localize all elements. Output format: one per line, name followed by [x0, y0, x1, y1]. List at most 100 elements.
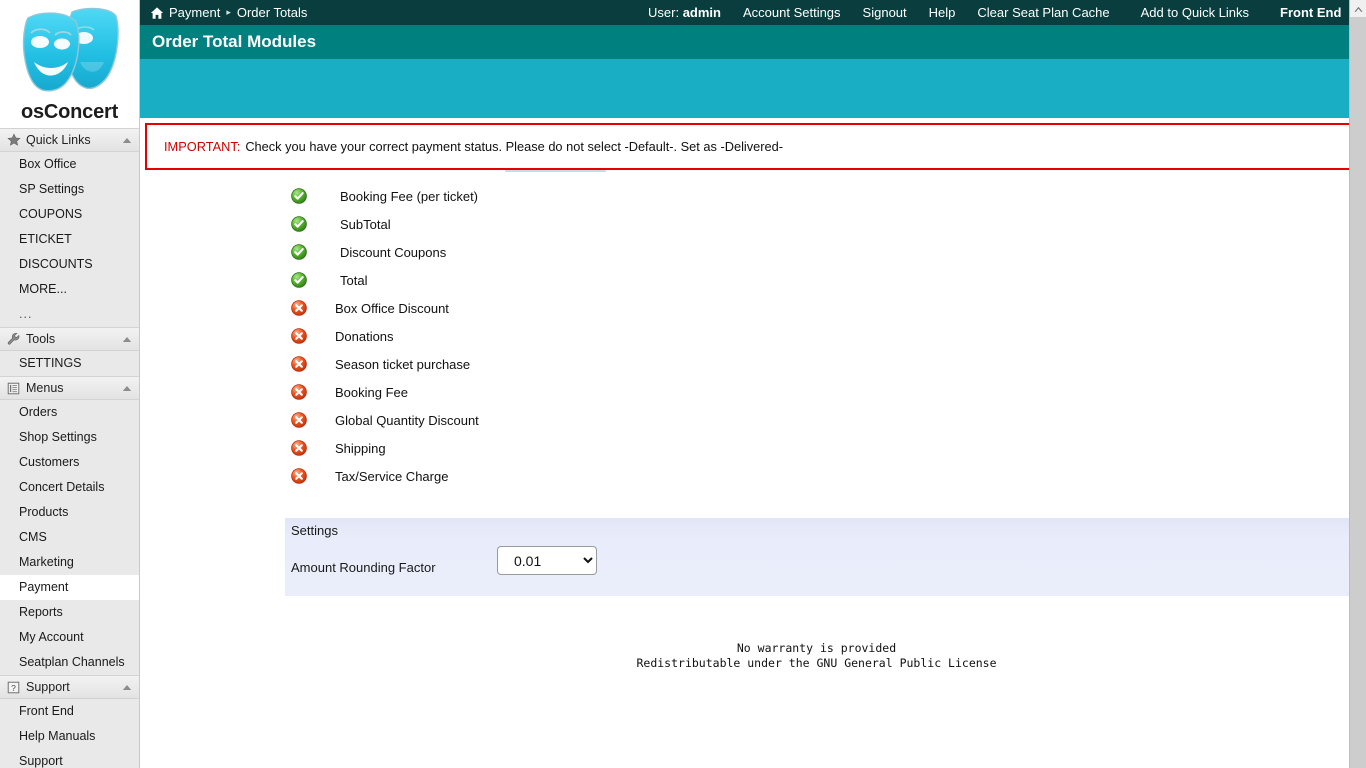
sidebar-item-label: Box Office: [19, 157, 77, 171]
sidebar-item-label: SP Settings: [19, 182, 85, 196]
amount-rounding-factor-select[interactable]: 0.010.050.100.501.00: [497, 546, 597, 575]
sidebar-item-sp-settings[interactable]: SP Settings: [0, 177, 139, 202]
footer-line-2: Redistributable under the GNU General Pu…: [636, 656, 997, 670]
page-title: Order Total Modules: [152, 32, 317, 51]
sidebar-group-label: Tools: [26, 332, 56, 346]
module-row[interactable]: Booking Fee (per ticket): [140, 182, 1366, 210]
breadcrumb-item-order-totals[interactable]: Order Totals: [237, 5, 308, 20]
check-circle-icon[interactable]: [291, 272, 307, 288]
sidebar: osConcert Quick Links Box Office SP Settin…: [0, 0, 140, 768]
user-label: User: admin: [648, 5, 721, 20]
module-name: SubTotal: [340, 216, 391, 232]
link-account-settings[interactable]: Account Settings: [732, 5, 852, 20]
sidebar-item-[interactable]: ...: [0, 302, 139, 327]
module-name: Tax/Service Charge: [335, 468, 449, 484]
link-help[interactable]: Help: [918, 5, 967, 20]
user-name: admin: [682, 5, 721, 20]
module-row[interactable]: SubTotal: [140, 210, 1366, 238]
sidebar-group-label: Support: [26, 680, 70, 694]
module-row[interactable]: Box Office Discount: [140, 294, 1366, 322]
module-row[interactable]: Global Quantity Discount: [140, 406, 1366, 434]
sidebar-item-label: Seatplan Channels: [19, 655, 125, 669]
top-navigation-bar: Payment ▸ Order Totals User: admin Accou…: [140, 0, 1366, 25]
sidebar-item-cms[interactable]: CMS: [0, 525, 139, 550]
x-circle-icon[interactable]: [291, 468, 307, 484]
sidebar-item-products[interactable]: Products: [0, 500, 139, 525]
x-circle-icon[interactable]: [291, 328, 307, 344]
module-row[interactable]: Total: [140, 266, 1366, 294]
sidebar-group-label: Quick Links: [26, 133, 91, 147]
main-content: Payment ▸ Order Totals User: admin Accou…: [140, 0, 1366, 768]
x-circle-icon[interactable]: [291, 384, 307, 400]
check-circle-icon[interactable]: [291, 244, 307, 260]
settings-panel: Settings Amount Rounding Factor 0.010.05…: [285, 518, 1366, 596]
module-row[interactable]: Donations: [140, 322, 1366, 350]
sidebar-groups: Quick Links Box Office SP Settings COUPONS E…: [0, 128, 139, 768]
sidebar-item-eticket[interactable]: ETICKET: [0, 227, 139, 252]
breadcrumb-item-payment[interactable]: Payment: [169, 5, 220, 20]
sidebar-item-label: Support: [19, 754, 63, 768]
breadcrumb-separator-icon: ▸: [226, 7, 231, 17]
scrollbar-up-button[interactable]: [1350, 0, 1366, 17]
module-row[interactable]: Tax/Service Charge: [140, 462, 1366, 490]
link-clear-seat-plan-cache[interactable]: Clear Seat Plan Cache: [966, 5, 1120, 20]
sidebar-item-label: Front End: [19, 704, 74, 718]
chevron-up-icon[interactable]: [121, 681, 133, 693]
link-front-end[interactable]: Front End: [1260, 5, 1352, 20]
module-row[interactable]: Booking Fee: [140, 378, 1366, 406]
link-signout[interactable]: Signout: [852, 5, 918, 20]
chevron-up-icon[interactable]: [121, 134, 133, 146]
chevron-up-icon[interactable]: [121, 382, 133, 394]
vertical-scrollbar[interactable]: [1349, 0, 1366, 768]
sidebar-item-label: SETTINGS: [19, 356, 82, 370]
x-circle-icon[interactable]: [291, 412, 307, 428]
sidebar-item-discounts[interactable]: DISCOUNTS: [0, 252, 139, 277]
sidebar-item-concert-details[interactable]: Concert Details: [0, 475, 139, 500]
x-circle-icon[interactable]: [291, 300, 307, 316]
check-circle-icon[interactable]: [291, 188, 307, 204]
module-row[interactable]: Discount Coupons: [140, 238, 1366, 266]
sidebar-item-seatplan-channels[interactable]: Seatplan Channels: [0, 650, 139, 675]
sidebar-item-customers[interactable]: Customers: [0, 450, 139, 475]
module-row[interactable]: Season ticket purchase: [140, 350, 1366, 378]
sidebar-group-support[interactable]: ? Support: [0, 675, 139, 699]
sidebar-item-label: Orders: [19, 405, 58, 419]
brand-logo[interactable]: osConcert: [0, 0, 139, 128]
sidebar-item-payment[interactable]: Payment: [0, 575, 139, 600]
check-circle-icon[interactable]: [291, 216, 307, 232]
module-row[interactable]: Shipping: [140, 434, 1366, 462]
home-icon[interactable]: [150, 6, 164, 20]
sidebar-item-reports[interactable]: Reports: [0, 600, 139, 625]
sidebar-item-label: CMS: [19, 530, 47, 544]
sidebar-item-help-manuals[interactable]: Help Manuals: [0, 724, 139, 749]
brand-name: osConcert: [20, 101, 119, 123]
svg-text:?: ?: [11, 682, 16, 692]
sidebar-item-label: Payment: [19, 580, 69, 594]
sidebar-item-label: Marketing: [19, 555, 74, 569]
sidebar-item-label: Concert Details: [19, 480, 105, 494]
sidebar-item-my-account[interactable]: My Account: [0, 625, 139, 650]
sidebar-item-label: Shop Settings: [19, 430, 97, 444]
sidebar-group-tools[interactable]: Tools: [0, 327, 139, 351]
app-window: osConcert Quick Links Box Office SP Settin…: [0, 0, 1366, 768]
x-circle-icon[interactable]: [291, 356, 307, 372]
sidebar-group-quick-links[interactable]: Quick Links: [0, 128, 139, 152]
warning-text: Check you have your correct payment stat…: [245, 139, 784, 154]
sidebar-item-marketing[interactable]: Marketing: [0, 550, 139, 575]
x-circle-icon[interactable]: [291, 440, 307, 456]
module-name: Shipping: [335, 440, 386, 456]
sidebar-item-orders[interactable]: Orders: [0, 400, 139, 425]
sidebar-item-shop-settings[interactable]: Shop Settings: [0, 425, 139, 450]
sidebar-item-coupons[interactable]: COUPONS: [0, 202, 139, 227]
tab-navigation: Payment Gateways+TaxCurrenciesTickets+Ad…: [140, 59, 1366, 172]
chevron-up-icon[interactable]: [121, 333, 133, 345]
sidebar-group-menus[interactable]: Menus: [0, 376, 139, 400]
theater-masks-icon: [14, 4, 126, 100]
sidebar-item-settings[interactable]: SETTINGS: [0, 351, 139, 376]
footer: No warranty is provided Redistributable …: [140, 641, 1366, 671]
sidebar-item-support[interactable]: Support: [0, 749, 139, 768]
sidebar-item-front-end[interactable]: Front End: [0, 699, 139, 724]
sidebar-item-more[interactable]: MORE...: [0, 277, 139, 302]
link-add-to-quick-links[interactable]: Add to Quick Links: [1121, 5, 1260, 20]
sidebar-item-box-office[interactable]: Box Office: [0, 152, 139, 177]
